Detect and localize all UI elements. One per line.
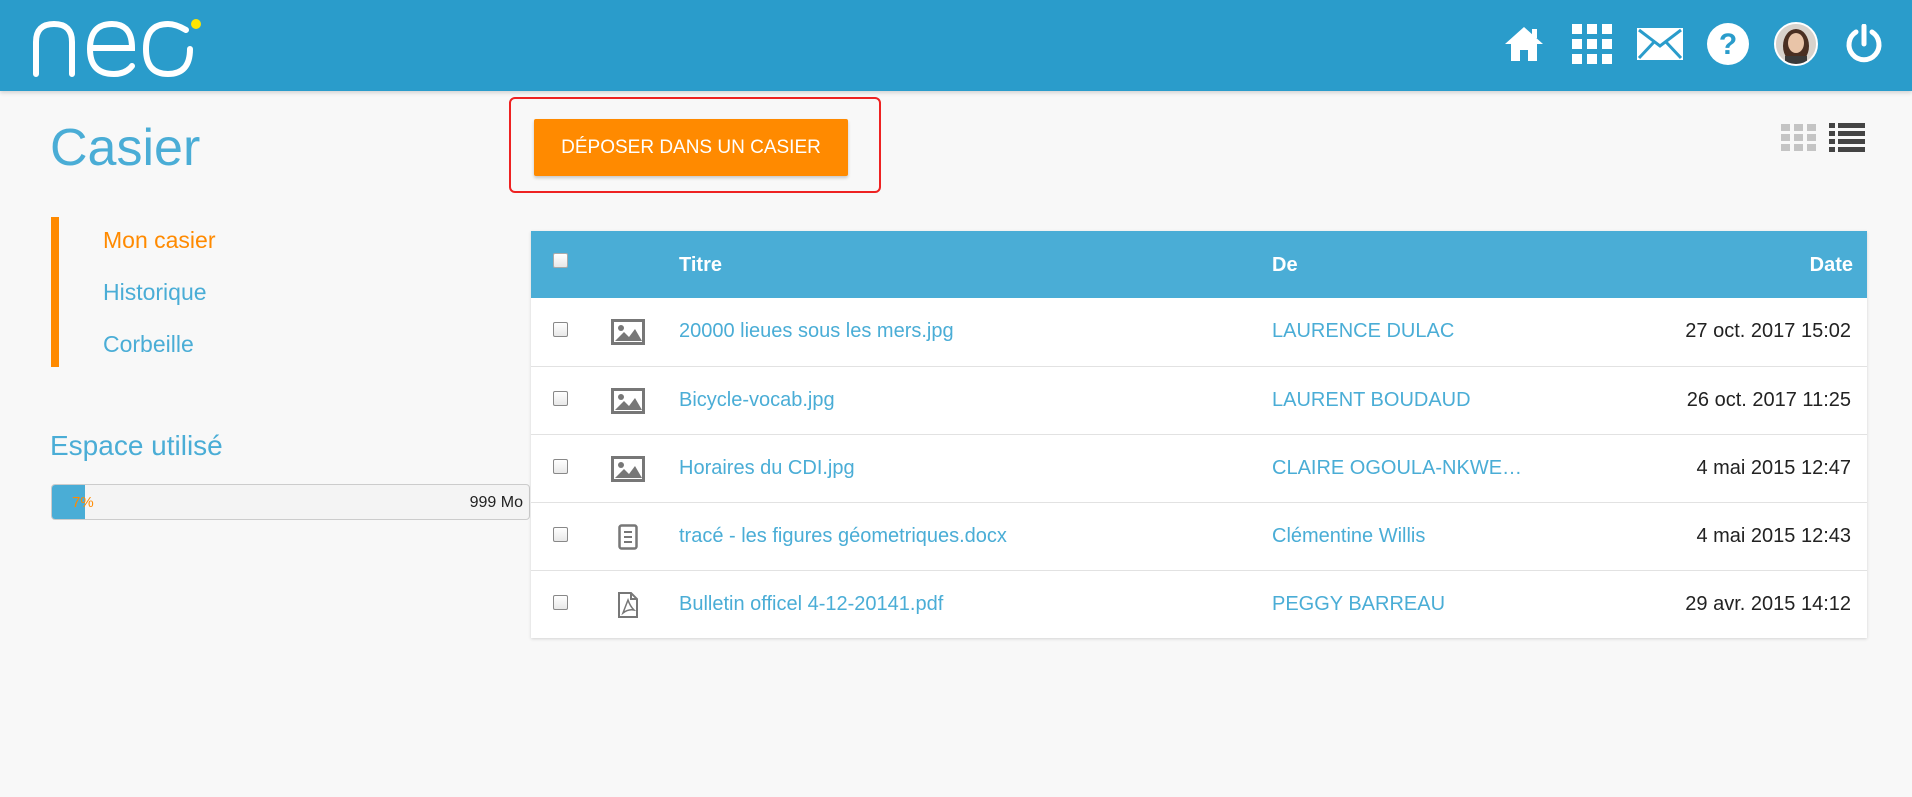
document-icon [611,523,645,551]
apps-grid-icon[interactable] [1558,19,1626,69]
file-title-link[interactable]: Horaires du CDI.jpg [679,457,855,480]
view-toggles [1780,122,1866,154]
top-bar: ? [0,0,1912,91]
table-row[interactable]: Bicycle-vocab.jpg LAURENT BOUDAUD 26 oct… [531,366,1867,434]
storage-percent: 7% [72,494,94,511]
power-icon[interactable] [1830,19,1898,69]
file-date: 27 oct. 2017 15:02 [1685,320,1851,342]
sidebar-nav: Mon casier Historique Corbeille [51,217,521,367]
storage-progress-bar: 7% 999 Mo [51,484,530,520]
svg-text:?: ? [1719,28,1737,61]
neo-logo[interactable] [30,8,230,78]
file-title-link[interactable]: Bulletin officel 4-12-20141.pdf [679,593,943,616]
row-checkbox[interactable] [553,459,568,474]
row-checkbox[interactable] [553,391,568,406]
sidebar-item-mon-casier[interactable]: Mon casier [103,227,215,254]
file-date: 29 avr. 2015 14:12 [1685,593,1851,615]
row-checkbox[interactable] [553,595,568,610]
space-used-title: Espace utilisé [50,430,223,461]
pdf-icon [611,591,645,619]
column-header-date[interactable]: Date [1810,254,1853,277]
sender-link[interactable]: CLAIRE OGOULA-NKWEM… [1272,457,1532,480]
home-icon[interactable] [1490,19,1558,69]
table-header: Titre De Date [531,231,1867,298]
sender-link[interactable]: LAURENT BOUDAUD [1272,389,1471,412]
row-checkbox[interactable] [553,322,568,337]
table-row[interactable]: tracé - les figures géometriques.docx Cl… [531,502,1867,570]
column-header-title[interactable]: Titre [679,254,722,277]
file-title-link[interactable]: 20000 lieues sous les mers.jpg [679,320,954,343]
page-title: Casier [50,119,201,177]
table-row[interactable]: Bulletin officel 4-12-20141.pdf PEGGY BA… [531,570,1867,638]
row-checkbox[interactable] [553,527,568,542]
table-body: 20000 lieues sous les mers.jpg LAURENCE … [531,298,1867,638]
avatar-button[interactable] [1762,19,1830,69]
sidebar-item-corbeille[interactable]: Corbeille [103,331,194,358]
table-row[interactable]: 20000 lieues sous les mers.jpg LAURENCE … [531,298,1867,366]
list-view-icon[interactable] [1828,122,1866,154]
file-date: 4 mai 2015 12:43 [1696,525,1851,547]
avatar [1774,22,1818,66]
file-title-link[interactable]: Bicycle-vocab.jpg [679,389,835,412]
column-header-from[interactable]: De [1272,254,1298,277]
header-nav: ? [1490,19,1898,69]
image-icon [611,387,645,415]
deposit-button[interactable]: DÉPOSER DANS UN CASIER [534,119,848,176]
image-icon [611,455,645,483]
file-date: 4 mai 2015 12:47 [1696,457,1851,479]
image-icon [611,318,645,346]
storage-total: 999 Mo [469,494,523,511]
file-date: 26 oct. 2017 11:25 [1686,389,1851,411]
sidebar-item-historique[interactable]: Historique [103,279,207,306]
file-title-link[interactable]: tracé - les figures géometriques.docx [679,525,1007,548]
sender-link[interactable]: Clémentine Willis [1272,525,1425,548]
grid-view-icon[interactable] [1780,122,1818,154]
sender-link[interactable]: PEGGY BARREAU [1272,593,1445,616]
table-row[interactable]: Horaires du CDI.jpg CLAIRE OGOULA-NKWEM…… [531,434,1867,502]
files-table: Titre De Date 20000 lieues sous les mers… [531,231,1867,638]
help-icon[interactable]: ? [1694,19,1762,69]
select-all-checkbox[interactable] [553,253,568,268]
mail-icon[interactable] [1626,19,1694,69]
sender-link[interactable]: LAURENCE DULAC [1272,320,1454,343]
